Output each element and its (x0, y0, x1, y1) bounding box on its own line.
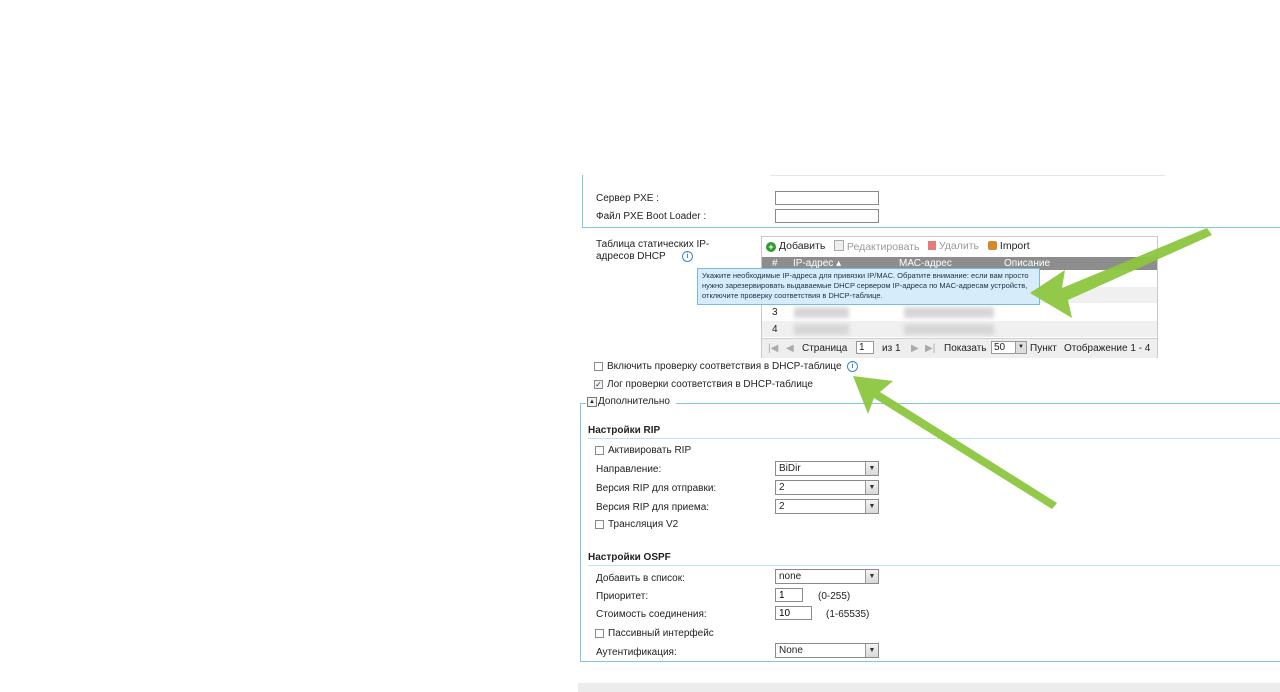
annotation-arrows (853, 228, 1212, 509)
arrow-to-tooltip (1030, 228, 1212, 318)
arrow-to-info-icon (853, 376, 1057, 509)
